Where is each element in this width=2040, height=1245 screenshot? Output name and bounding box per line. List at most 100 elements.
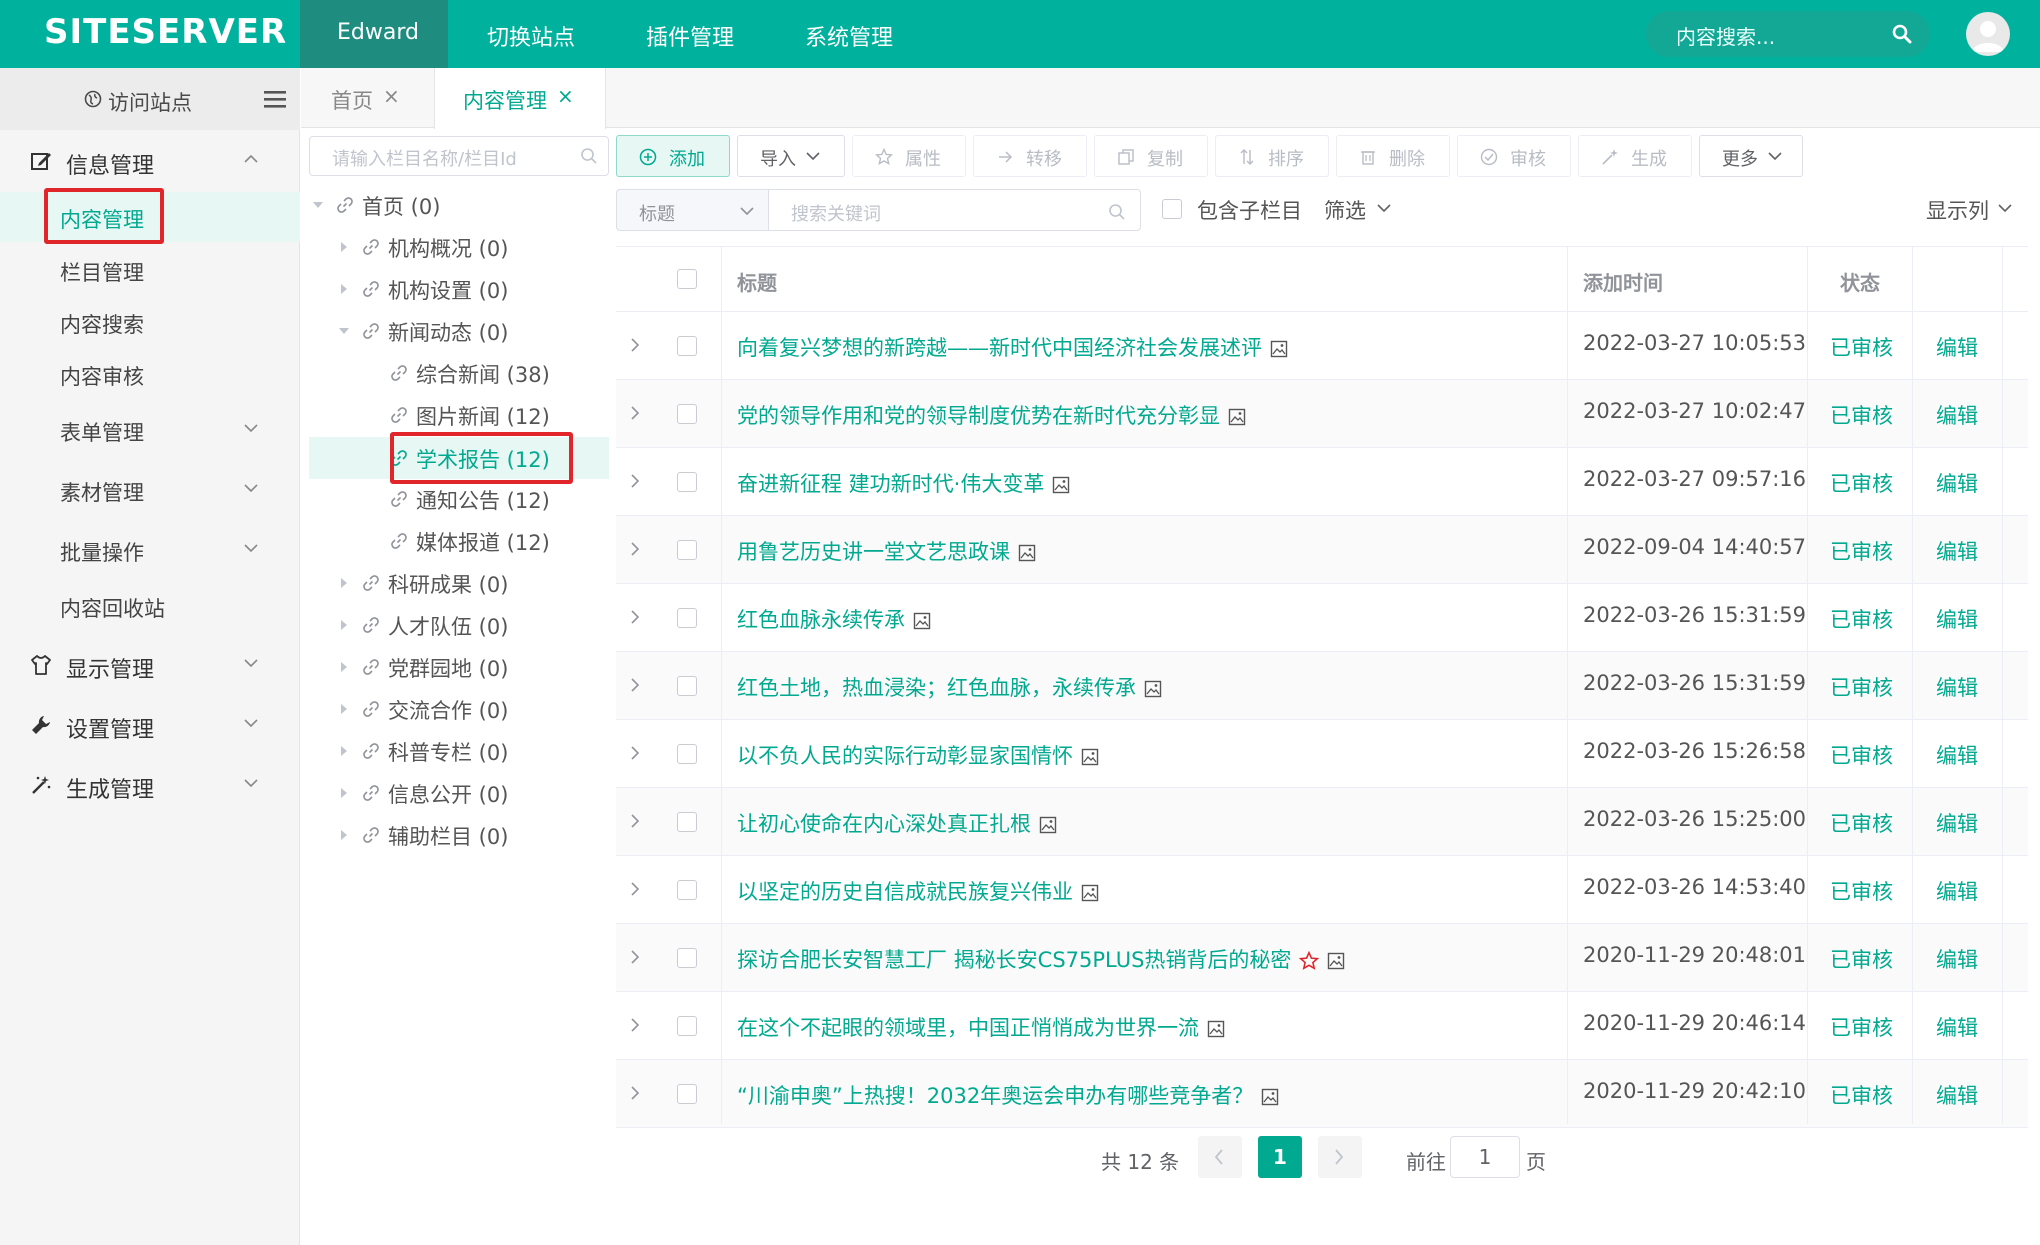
- avatar[interactable]: [1966, 12, 2010, 56]
- tree-node-general-news[interactable]: 综合新闻 (38): [309, 352, 609, 394]
- edit-link[interactable]: 编辑: [1936, 808, 1978, 838]
- tree-node-science-column[interactable]: 科普专栏 (0): [309, 730, 609, 772]
- row-checkbox[interactable]: [677, 404, 697, 424]
- tree-node-notices[interactable]: 通知公告 (12): [309, 478, 609, 520]
- row-checkbox[interactable]: [677, 676, 697, 696]
- tree-node-home[interactable]: 首页 (0): [309, 184, 609, 226]
- caret-right-icon[interactable]: [338, 703, 350, 715]
- edit-link[interactable]: 编辑: [1936, 332, 1978, 362]
- chevron-down-icon[interactable]: [1377, 204, 1391, 213]
- caret-right-icon[interactable]: [338, 577, 350, 589]
- tab-home[interactable]: 首页 ×: [301, 68, 421, 128]
- content-title-link[interactable]: 在这个不起眼的领域里，中国正悄悄成为世界一流: [737, 1012, 1225, 1042]
- tree-node-news[interactable]: 新闻动态 (0): [309, 310, 609, 352]
- sort-button[interactable]: 排序: [1215, 135, 1329, 177]
- sidebar-item-material-management[interactable]: 素材管理: [0, 465, 300, 515]
- caret-down-icon[interactable]: [312, 199, 324, 211]
- sidebar-group-generate-management[interactable]: 生成管理: [0, 760, 300, 810]
- edit-link[interactable]: 编辑: [1936, 876, 1978, 906]
- more-button[interactable]: 更多: [1699, 135, 1803, 177]
- tree-node-talent-team[interactable]: 人才队伍 (0): [309, 604, 609, 646]
- visit-site-link[interactable]: 访问站点: [108, 87, 192, 117]
- content-title-link[interactable]: 探访合肥长安智慧工厂 揭秘长安CS75PLUS热销背后的秘密: [737, 944, 1345, 974]
- review-button[interactable]: 审核: [1457, 135, 1571, 177]
- tree-node-org-settings[interactable]: 机构设置 (0): [309, 268, 609, 310]
- tree-node-org-overview[interactable]: 机构概况 (0): [309, 226, 609, 268]
- row-checkbox[interactable]: [677, 608, 697, 628]
- prev-page-button[interactable]: [1198, 1136, 1242, 1178]
- caret-right-icon[interactable]: [338, 829, 350, 841]
- header-add-time[interactable]: 添加时间: [1583, 267, 1663, 296]
- goto-page-input[interactable]: 1: [1450, 1136, 1520, 1178]
- caret-right-icon[interactable]: [338, 787, 350, 799]
- content-title-link[interactable]: 向着复兴梦想的新跨越——新时代中国经济社会发展述评: [737, 332, 1288, 362]
- nav-user-edward[interactable]: Edward: [337, 20, 419, 45]
- tab-content-management[interactable]: 内容管理 ×: [434, 68, 606, 129]
- status-link[interactable]: 已审核: [1830, 672, 1893, 702]
- close-icon[interactable]: ×: [383, 84, 400, 108]
- menu-toggle-icon[interactable]: [264, 90, 286, 108]
- caret-right-icon[interactable]: [338, 283, 350, 295]
- caret-down-icon[interactable]: [338, 325, 350, 337]
- expand-row-icon[interactable]: [630, 609, 640, 625]
- sidebar-group-info-management[interactable]: 信息管理: [0, 136, 300, 186]
- row-checkbox[interactable]: [677, 744, 697, 764]
- edit-link[interactable]: 编辑: [1936, 536, 1978, 566]
- content-title-link[interactable]: 以坚定的历史自信成就民族复兴伟业: [737, 876, 1099, 906]
- filter-dropdown[interactable]: 筛选: [1324, 195, 1366, 225]
- edit-link[interactable]: 编辑: [1936, 400, 1978, 430]
- nav-switch-site[interactable]: 切换站点: [487, 20, 575, 52]
- sidebar-item-content-search[interactable]: 内容搜索: [0, 297, 300, 347]
- caret-right-icon[interactable]: [338, 661, 350, 673]
- content-title-link[interactable]: 红色土地，热血浸染；红色血脉，永续传承: [737, 672, 1162, 702]
- expand-row-icon[interactable]: [630, 813, 640, 829]
- expand-row-icon[interactable]: [630, 337, 640, 353]
- expand-row-icon[interactable]: [630, 473, 640, 489]
- content-title-link[interactable]: 奋进新征程 建功新时代·伟大变革: [737, 468, 1070, 498]
- sidebar-group-display-management[interactable]: 显示管理: [0, 640, 300, 690]
- row-checkbox[interactable]: [677, 880, 697, 900]
- tree-node-exchange-cooperation[interactable]: 交流合作 (0): [309, 688, 609, 730]
- page-number-current[interactable]: 1: [1258, 1136, 1302, 1178]
- status-link[interactable]: 已审核: [1830, 468, 1893, 498]
- select-all-checkbox[interactable]: [677, 269, 697, 289]
- edit-link[interactable]: 编辑: [1936, 604, 1978, 634]
- status-link[interactable]: 已审核: [1830, 740, 1893, 770]
- top-search-input[interactable]: 内容搜索...: [1646, 11, 1930, 57]
- sidebar-group-settings-management[interactable]: 设置管理: [0, 700, 300, 750]
- expand-row-icon[interactable]: [630, 1085, 640, 1101]
- content-title-link[interactable]: 让初心使命在内心深处真正扎根: [737, 808, 1057, 838]
- include-sub-checkbox[interactable]: [1162, 199, 1182, 219]
- content-title-link[interactable]: 用鲁艺历史讲一堂文艺思政课: [737, 536, 1036, 566]
- header-status[interactable]: 状态: [1840, 267, 1880, 296]
- transfer-button[interactable]: 转移: [973, 135, 1087, 177]
- status-link[interactable]: 已审核: [1830, 808, 1893, 838]
- expand-row-icon[interactable]: [630, 677, 640, 693]
- tree-node-photo-news[interactable]: 图片新闻 (12): [309, 394, 609, 436]
- tree-search-input[interactable]: 请输入栏目名称/栏目Id: [309, 136, 609, 176]
- siteserver-logo[interactable]: SITESERVER: [44, 12, 287, 52]
- nav-system-management[interactable]: 系统管理: [805, 20, 893, 52]
- caret-right-icon[interactable]: [338, 241, 350, 253]
- row-checkbox[interactable]: [677, 1016, 697, 1036]
- attributes-button[interactable]: 属性: [852, 135, 966, 177]
- nav-plugin-management[interactable]: 插件管理: [646, 20, 734, 52]
- edit-link[interactable]: 编辑: [1936, 944, 1978, 974]
- edit-link[interactable]: 编辑: [1936, 672, 1978, 702]
- sidebar-item-form-management[interactable]: 表单管理: [0, 405, 300, 455]
- tree-node-party-garden[interactable]: 党群园地 (0): [309, 646, 609, 688]
- row-checkbox[interactable]: [677, 1084, 697, 1104]
- expand-row-icon[interactable]: [630, 949, 640, 965]
- status-link[interactable]: 已审核: [1830, 604, 1893, 634]
- sidebar-item-column-management[interactable]: 栏目管理: [0, 245, 300, 295]
- row-checkbox[interactable]: [677, 336, 697, 356]
- expand-row-icon[interactable]: [630, 1017, 640, 1033]
- search-field-select[interactable]: 标题: [616, 189, 768, 231]
- edit-link[interactable]: 编辑: [1936, 1080, 1978, 1110]
- status-link[interactable]: 已审核: [1830, 332, 1893, 362]
- keyword-search-input[interactable]: 搜索关键词: [768, 189, 1141, 231]
- expand-row-icon[interactable]: [630, 745, 640, 761]
- expand-row-icon[interactable]: [630, 881, 640, 897]
- edit-link[interactable]: 编辑: [1936, 1012, 1978, 1042]
- content-title-link[interactable]: 党的领导作用和党的领导制度优势在新时代充分彰显: [737, 400, 1246, 430]
